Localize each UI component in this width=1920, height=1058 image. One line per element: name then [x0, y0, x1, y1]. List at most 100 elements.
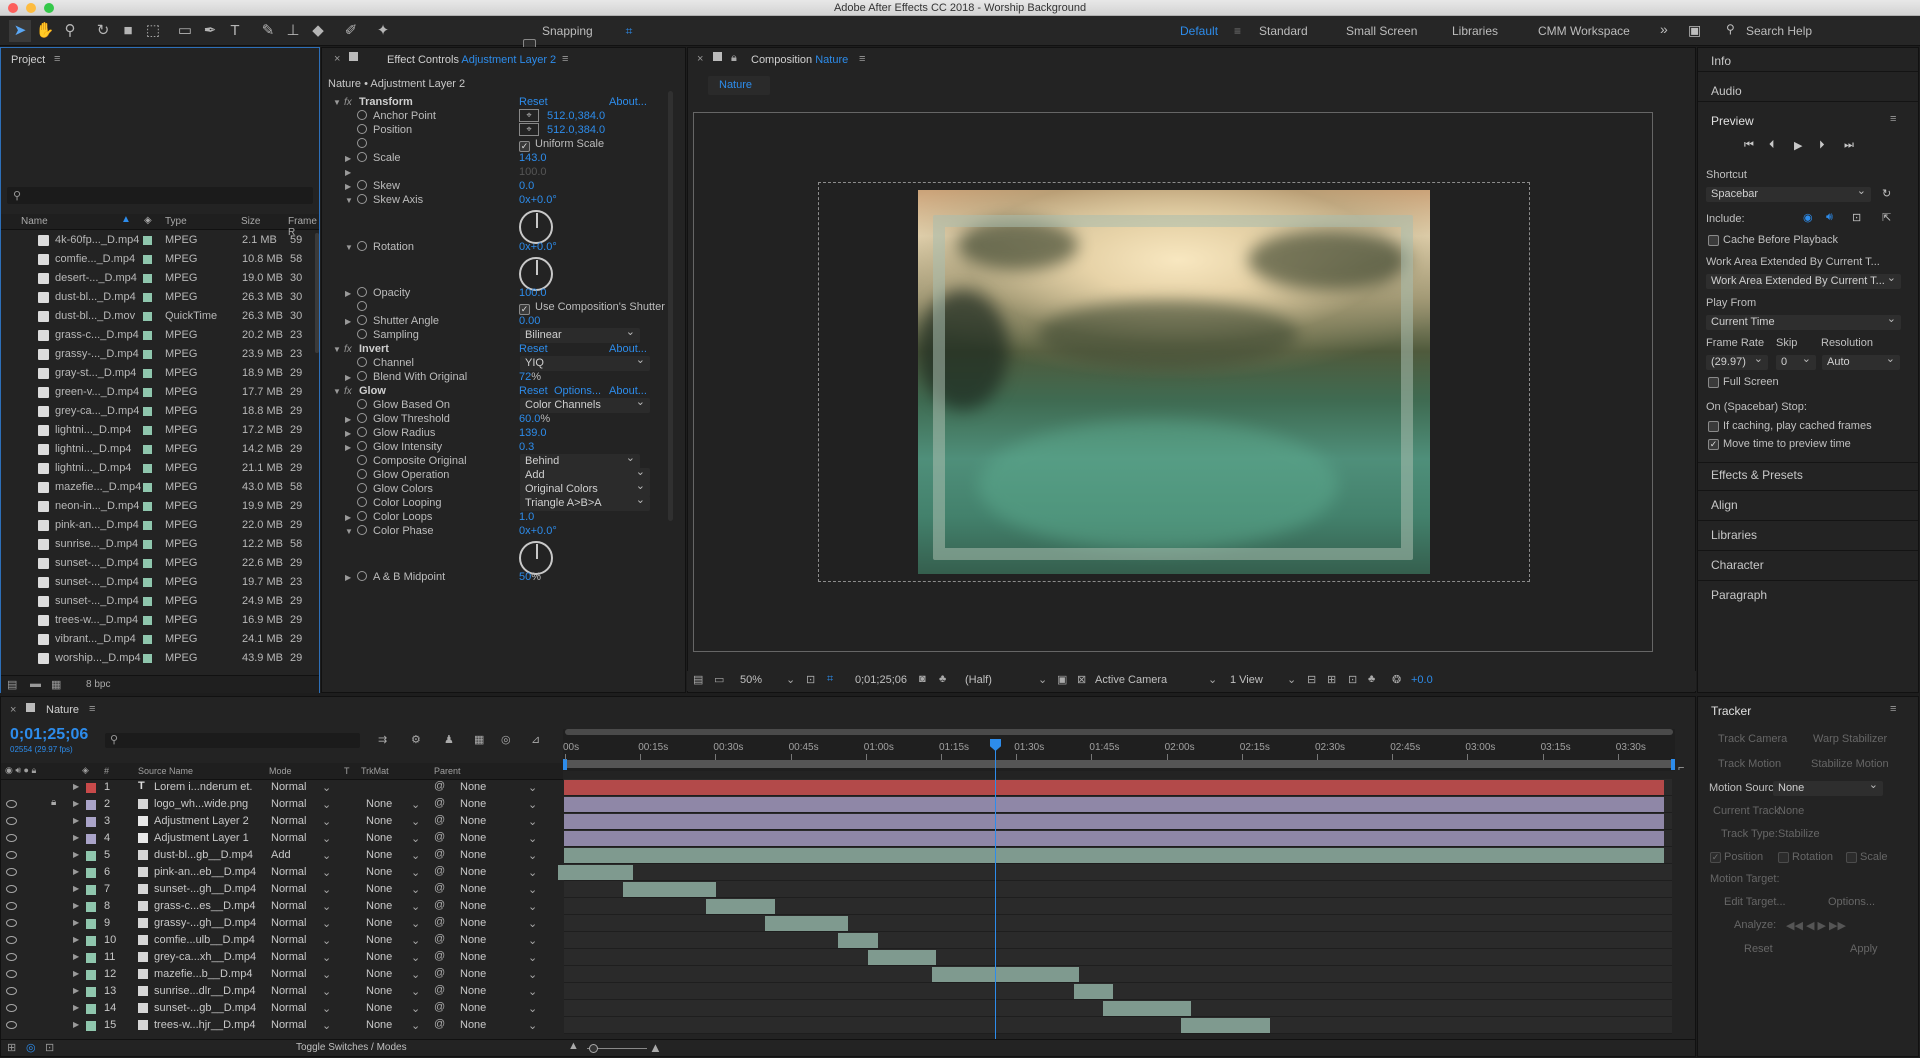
video-preview-image[interactable] [918, 190, 1430, 574]
layer-duration-bar[interactable] [564, 780, 1664, 795]
color-loops-value[interactable]: 1.0 [519, 511, 534, 523]
glow-radius-value[interactable]: 139.0 [519, 427, 547, 439]
parent-dropdown[interactable]: None [460, 798, 486, 810]
layer-row[interactable]: ▶ 10 comfie...ulb__D.mp4 Normal ⌄ None ⌄ @ None ⌄ [1, 932, 563, 949]
skip-dropdown[interactable]: 0 [1776, 352, 1816, 370]
layer-source-name[interactable]: Adjustment Layer 1 [154, 832, 249, 844]
anchor-crosshair-icon[interactable]: ⌖ [519, 109, 539, 122]
transfer-controls-icon[interactable]: ◎ [26, 1041, 36, 1054]
tracker-title[interactable]: Tracker [1711, 704, 1751, 718]
more-workspaces-icon[interactable]: » [1660, 21, 1668, 37]
rotation-dial[interactable] [519, 257, 553, 291]
shortcut-dropdown[interactable]: Spacebar [1706, 184, 1871, 202]
skew-expand-toggle[interactable]: ▶ [345, 182, 351, 191]
layer-row[interactable]: ▶ 7 sunset-...gh__D.mp4 Normal ⌄ None ⌄ @ None ⌄ [1, 881, 563, 898]
views-dropdown[interactable]: 1 View [1230, 674, 1263, 686]
bit-depth-button[interactable]: 8 bpc [86, 679, 110, 690]
col-size[interactable]: Size [241, 216, 260, 227]
anchor-point-value[interactable]: 512.0,384.0 [547, 110, 605, 122]
toggle-pixel-aspect-icon[interactable]: ⊟ [1307, 673, 1316, 686]
timeline-menu-icon[interactable]: ≡ [89, 703, 95, 715]
trkmat-dropdown[interactable]: None [366, 985, 392, 997]
align-panel-header[interactable]: Align [1711, 498, 1738, 512]
label-color-swatch[interactable] [143, 274, 152, 283]
trkmat-dropdown[interactable]: None [366, 900, 392, 912]
trkmat-dropdown[interactable]: None [366, 832, 392, 844]
project-item[interactable]: neon-in..._D.mp4 MPEG 19.9 MB 29 [1, 497, 319, 516]
trkmat-dropdown[interactable]: None [366, 934, 392, 946]
project-item[interactable]: sunset-..._D.mp4 MPEG 22.6 MB 29 [1, 554, 319, 573]
project-item[interactable]: lightni..._D.mp4 MPEG 17.2 MB 29 [1, 421, 319, 440]
layer-label-color[interactable] [86, 800, 96, 810]
layer-label-color[interactable] [86, 868, 96, 878]
parent-dropdown[interactable]: None [460, 917, 486, 929]
trkmat-dropdown[interactable]: None [366, 866, 392, 878]
exposure-value[interactable]: +0.0 [1411, 674, 1433, 686]
new-composition-icon[interactable]: ▦ [51, 678, 61, 691]
col-trkmat[interactable]: TrkMat [361, 766, 389, 776]
shutter-angle-stopwatch-icon[interactable] [357, 315, 367, 327]
mask-visibility-icon[interactable]: ⌗ [827, 673, 833, 686]
label-color-swatch[interactable] [143, 616, 152, 625]
zoom-window-button[interactable] [44, 3, 54, 13]
graph-editor-icon[interactable]: ⊿ [531, 733, 540, 746]
layer-duration-bar[interactable] [931, 967, 1079, 982]
layer-expand-toggle[interactable]: ▶ [73, 952, 79, 961]
character-panel-header[interactable]: Character [1711, 558, 1764, 572]
layer-duration-bar[interactable] [564, 797, 1664, 812]
track-camera-button[interactable]: Track Camera [1718, 733, 1787, 745]
previous-frame-icon[interactable]: ⏴ [1769, 139, 1775, 152]
close-window-button[interactable] [8, 3, 18, 13]
visibility-eye-icon[interactable] [6, 919, 17, 927]
parent-dropdown[interactable]: None [460, 968, 486, 980]
layer-row[interactable]: ▶ 11 grey-ca...xh__D.mp4 Normal ⌄ None ⌄ @ None ⌄ [1, 949, 563, 966]
color-phase-dial[interactable] [519, 541, 553, 575]
project-item[interactable]: sunset-..._D.mp4 MPEG 19.7 MB 23 [1, 573, 319, 592]
glow-effect-name[interactable]: Glow [359, 385, 386, 397]
layer-row[interactable]: ▶ 8 grass-c...es__D.mp4 Normal ⌄ None ⌄ @ None ⌄ [1, 898, 563, 915]
pick-whip-icon[interactable]: @ [434, 899, 445, 911]
glow-threshold-stopwatch-icon[interactable] [357, 413, 367, 425]
label-color-swatch[interactable] [143, 540, 152, 549]
blend-with-original-value[interactable]: 72% [519, 371, 541, 383]
project-item[interactable]: grass-c..._D.mp4 MPEG 20.2 MB 23 [1, 326, 319, 345]
layer-source-name[interactable]: logo_wh...wide.png [154, 798, 248, 810]
blend-with-original-expand-toggle[interactable]: ▶ [345, 373, 351, 382]
project-item[interactable]: sunrise..._D.mp4 MPEG 12.2 MB 58 [1, 535, 319, 554]
visibility-eye-icon[interactable] [6, 1004, 17, 1012]
trkmat-dropdown[interactable]: None [366, 917, 392, 929]
visibility-eye-icon[interactable] [6, 800, 17, 808]
layer-label-color[interactable] [86, 902, 96, 912]
preview-panel-header[interactable]: Preview ≡ [1698, 108, 1918, 132]
pick-whip-icon[interactable]: @ [434, 865, 445, 877]
layer-switches-icon[interactable]: ⊞ [7, 1041, 16, 1054]
layer-label-color[interactable] [86, 970, 96, 980]
frame-rate-dropdown[interactable]: (29.97) [1706, 352, 1768, 370]
visibility-eye-icon[interactable] [6, 868, 17, 876]
trkmat-dropdown[interactable]: None [366, 849, 392, 861]
visibility-eye-icon[interactable] [6, 987, 17, 995]
edit-target-button[interactable]: Edit Target... [1724, 896, 1786, 908]
project-item[interactable]: sunset-..._D.mp4 MPEG 24.9 MB 29 [1, 592, 319, 611]
trkmat-dropdown[interactable]: None [366, 968, 392, 980]
audio-include-icon[interactable]: 🔊︎ [1826, 211, 1833, 224]
frame-blending-icon[interactable]: ▦ [474, 733, 484, 746]
preview-options-icon[interactable]: ▤ [693, 673, 703, 686]
panel-toggle-icon[interactable]: ▣ [1688, 22, 1701, 39]
last-frame-icon[interactable]: ⏭ [1844, 139, 1854, 152]
timeline-current-time[interactable]: 0;01;25;06 [10, 726, 88, 744]
layer-row[interactable]: ▶ 1 T Lorem i...nderum et. Normal ⌄ @ None ⌄ [1, 779, 563, 796]
opacity-stopwatch-icon[interactable] [357, 287, 367, 299]
viewer-tab[interactable]: Nature [708, 76, 770, 95]
glow-intensity-stopwatch-icon[interactable] [357, 441, 367, 453]
skew-value[interactable]: 0.0 [519, 180, 534, 192]
project-item[interactable]: grassy-..._D.mp4 MPEG 23.9 MB 23 [1, 345, 319, 364]
project-panel-title[interactable]: Project [11, 54, 45, 66]
layer-row[interactable]: 🔒︎ ▶ 2 logo_wh...wide.png Normal ⌄ None ⌄ @ None ⌄ [1, 796, 563, 813]
pick-whip-icon[interactable]: @ [434, 831, 445, 843]
region-of-interest-icon[interactable]: ▣ [1057, 673, 1067, 686]
col-name[interactable]: Name [21, 216, 48, 227]
workspace-menu-icon[interactable]: ≡ [1234, 24, 1241, 38]
current-track-value[interactable]: None [1778, 805, 1804, 817]
scale-expand-toggle[interactable]: ▶ [345, 168, 351, 177]
